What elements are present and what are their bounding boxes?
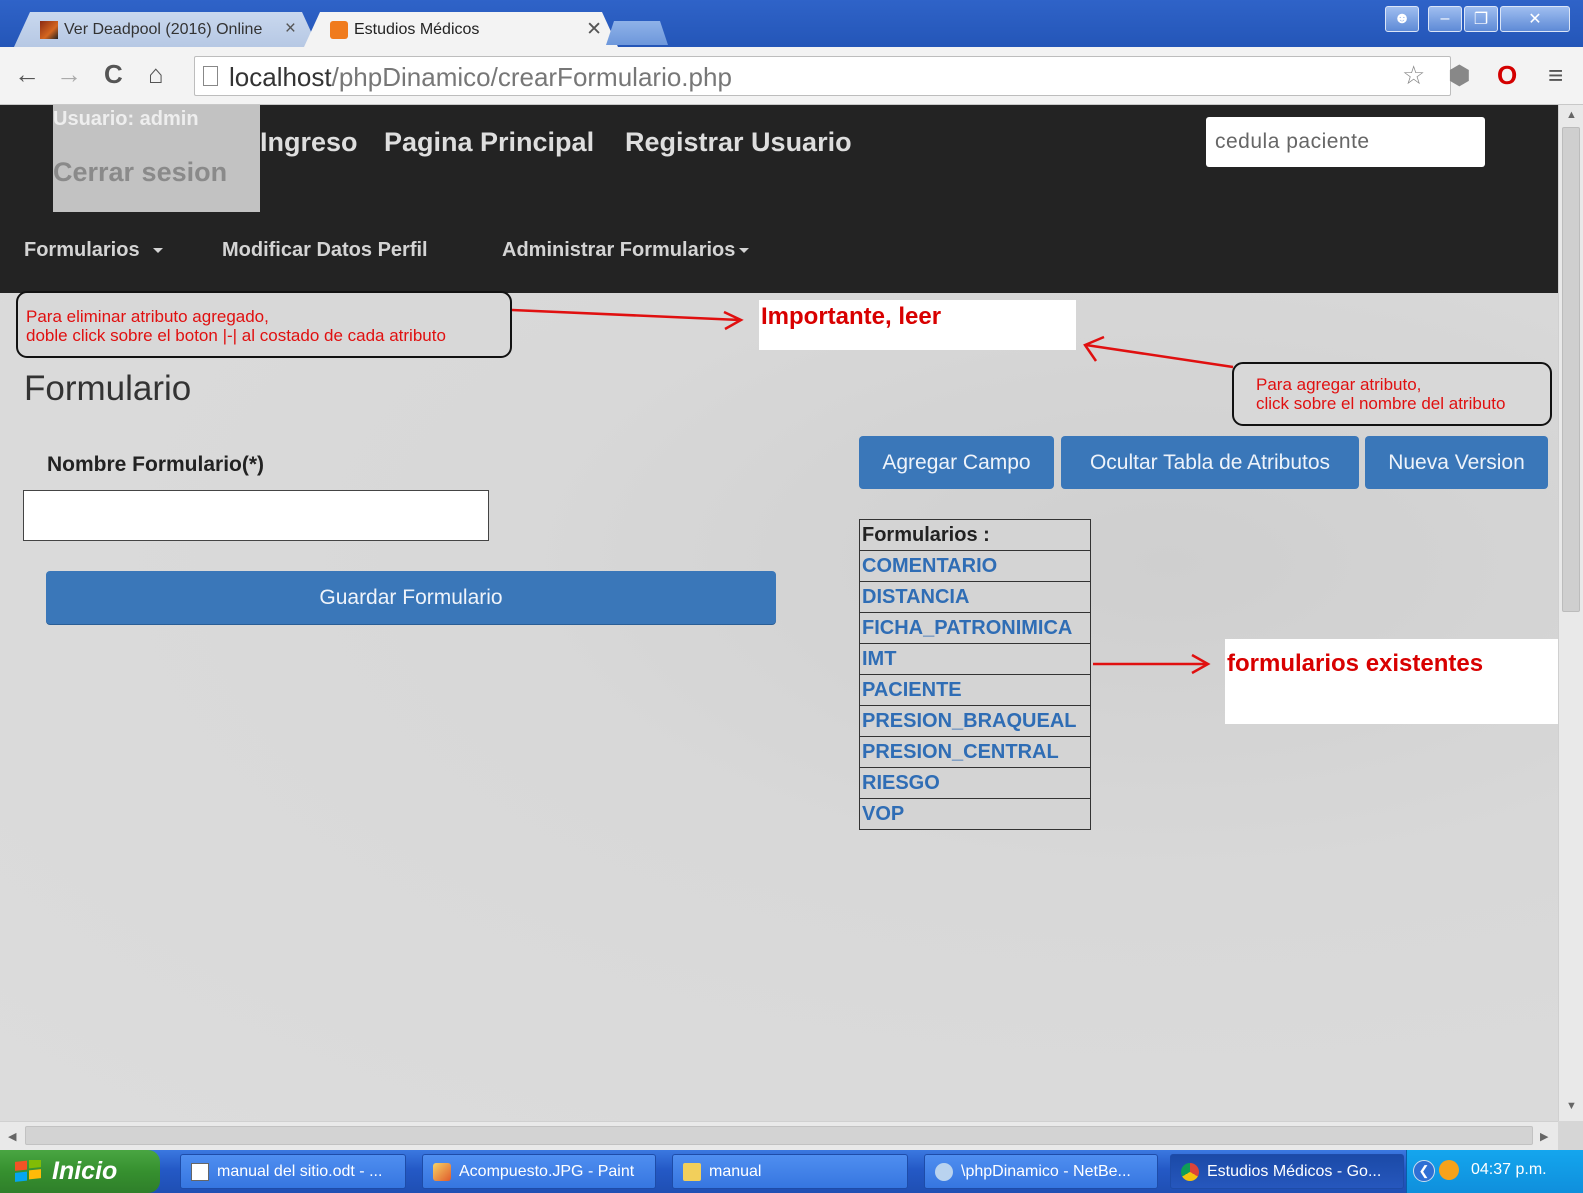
arrow-head xyxy=(1083,335,1105,362)
tab-deadpool[interactable]: Ver Deadpool (2016) Online × xyxy=(14,12,318,47)
table-row[interactable]: PRESION_CENTRAL xyxy=(859,736,1091,768)
task-netbeans[interactable]: \phpDinamico - NetBe... xyxy=(924,1154,1158,1189)
tab-label: Estudios Médicos xyxy=(354,20,480,38)
form-link[interactable]: RIESGO xyxy=(859,767,1091,799)
movie-favicon-icon xyxy=(40,21,58,39)
extension-icon[interactable]: ⬢ xyxy=(1448,60,1471,90)
minimize-button[interactable]: – xyxy=(1428,6,1462,32)
folder-icon xyxy=(683,1162,701,1181)
form-name-input[interactable] xyxy=(23,490,489,541)
start-button[interactable]: Inicio xyxy=(0,1150,160,1193)
scroll-up-icon[interactable]: ▲ xyxy=(1566,109,1577,121)
clock: 04:37 p.m. xyxy=(1471,1161,1547,1178)
form-link[interactable]: PRESION_BRAQUEAL xyxy=(859,705,1091,737)
windows-taskbar: Inicio manual del sitio.odt - ... Acompu… xyxy=(0,1150,1583,1193)
reload-icon[interactable]: C xyxy=(104,59,123,89)
table-row[interactable]: PACIENTE xyxy=(859,674,1091,706)
vertical-scroll-thumb[interactable] xyxy=(1562,127,1580,612)
user-profile-icon[interactable]: ☻ xyxy=(1385,6,1419,32)
table-header: Formularios : xyxy=(859,519,1091,551)
hide-attributes-table-button[interactable]: Ocultar Tabla de Atributos xyxy=(1061,436,1359,489)
forms-table: Formularios : COMENTARIO DISTANCIA FICHA… xyxy=(859,519,1091,830)
forward-icon[interactable]: → xyxy=(56,59,82,89)
back-icon[interactable]: ← xyxy=(14,59,40,89)
address-bar[interactable]: localhost/phpDinamico/crearFormulario.ph… xyxy=(194,56,1451,96)
new-tab-button[interactable] xyxy=(606,21,668,45)
table-header-row: Formularios : xyxy=(859,519,1091,551)
browser-toolbar: ← → C ⌂ localhost/phpDinamico/crearFormu… xyxy=(0,47,1583,105)
form-link[interactable]: FICHA_PATRONIMICA xyxy=(859,612,1091,644)
task-paint[interactable]: Acompuesto.JPG - Paint xyxy=(422,1154,656,1189)
task-chrome-estudios[interactable]: Estudios Médicos - Go... xyxy=(1170,1154,1404,1189)
site-favicon-icon xyxy=(330,21,348,39)
scroll-right-icon[interactable]: ▶ xyxy=(1540,1130,1548,1143)
scroll-down-icon[interactable]: ▼ xyxy=(1566,1100,1577,1112)
close-tab-icon[interactable]: × xyxy=(285,18,296,40)
arrow-from-add-note xyxy=(1085,343,1234,369)
task-label: Acompuesto.JPG - Paint xyxy=(459,1162,635,1180)
close-window-button[interactable]: ✕ xyxy=(1500,6,1570,32)
form-link[interactable]: COMENTARIO xyxy=(859,550,1091,582)
chrome-icon xyxy=(1181,1162,1199,1181)
table-row[interactable]: DISTANCIA xyxy=(859,581,1091,613)
tab-label: Ver Deadpool (2016) Online xyxy=(64,20,263,38)
task-label: Estudios Médicos - Go... xyxy=(1207,1162,1382,1180)
page-content: Usuario: admin Cerrar sesion Ingreso Pag… xyxy=(0,105,1558,1121)
url-host: localhost xyxy=(229,62,332,92)
browser-titlebar: Ver Deadpool (2016) Online × Estudios Mé… xyxy=(0,0,1583,47)
task-label: \phpDinamico - NetBe... xyxy=(961,1162,1131,1180)
url-path: /phpDinamico/crearFormulario.php xyxy=(331,62,732,92)
opera-icon[interactable]: O xyxy=(1497,60,1517,90)
table-row[interactable]: RIESGO xyxy=(859,767,1091,799)
task-manual-folder[interactable]: manual xyxy=(672,1154,908,1189)
table-row[interactable]: COMENTARIO xyxy=(859,550,1091,582)
page-title: Formulario xyxy=(24,369,192,408)
form-link[interactable]: PACIENTE xyxy=(859,674,1091,706)
restore-button[interactable]: ❐ xyxy=(1464,6,1498,32)
home-icon[interactable]: ⌂ xyxy=(148,59,164,89)
document-icon xyxy=(191,1162,209,1181)
vertical-scrollbar[interactable]: ▲ ▼ xyxy=(1558,105,1583,1121)
table-row[interactable]: PRESION_BRAQUEAL xyxy=(859,705,1091,737)
tray-expand-icon[interactable]: ❮ xyxy=(1413,1160,1435,1182)
bookmark-star-icon[interactable]: ☆ xyxy=(1402,60,1425,90)
menu-icon[interactable]: ≡ xyxy=(1548,60,1563,90)
tab-estudios-medicos[interactable]: Estudios Médicos ✕ xyxy=(304,12,618,47)
close-tab-icon[interactable]: ✕ xyxy=(586,18,602,41)
new-version-button[interactable]: Nueva Version xyxy=(1365,436,1548,489)
form-link[interactable]: VOP xyxy=(859,798,1091,830)
windows-flag-icon xyxy=(15,1159,41,1182)
table-row[interactable]: IMT xyxy=(859,643,1091,675)
table-row[interactable]: FICHA_PATRONIMICA xyxy=(859,612,1091,644)
form-link[interactable]: PRESION_CENTRAL xyxy=(859,736,1091,768)
task-manual-odt[interactable]: manual del sitio.odt - ... xyxy=(180,1154,406,1189)
add-field-button[interactable]: Agregar Campo xyxy=(859,436,1054,489)
table-row[interactable]: VOP xyxy=(859,798,1091,830)
paint-icon xyxy=(433,1162,451,1181)
task-label: manual del sitio.odt - ... xyxy=(217,1162,383,1180)
form-link[interactable]: DISTANCIA xyxy=(859,581,1091,613)
start-label: Inicio xyxy=(52,1157,118,1185)
horizontal-scrollbar[interactable]: ◀ ▶ xyxy=(0,1121,1558,1150)
tray-app-icon[interactable] xyxy=(1439,1160,1459,1180)
form-link[interactable]: IMT xyxy=(859,643,1091,675)
task-label: manual xyxy=(709,1162,762,1180)
arrow-to-important xyxy=(511,308,741,322)
netbeans-icon xyxy=(935,1162,953,1181)
system-tray: ❮ 04:37 p.m. xyxy=(1406,1150,1583,1193)
scroll-left-icon[interactable]: ◀ xyxy=(8,1130,16,1143)
page-icon xyxy=(203,66,218,86)
save-form-button[interactable]: Guardar Formulario xyxy=(46,571,776,624)
form-name-label: Nombre Formulario(*) xyxy=(47,453,265,476)
url-text[interactable]: localhost/phpDinamico/crearFormulario.ph… xyxy=(229,62,732,93)
horizontal-scroll-thumb[interactable] xyxy=(25,1126,1533,1145)
